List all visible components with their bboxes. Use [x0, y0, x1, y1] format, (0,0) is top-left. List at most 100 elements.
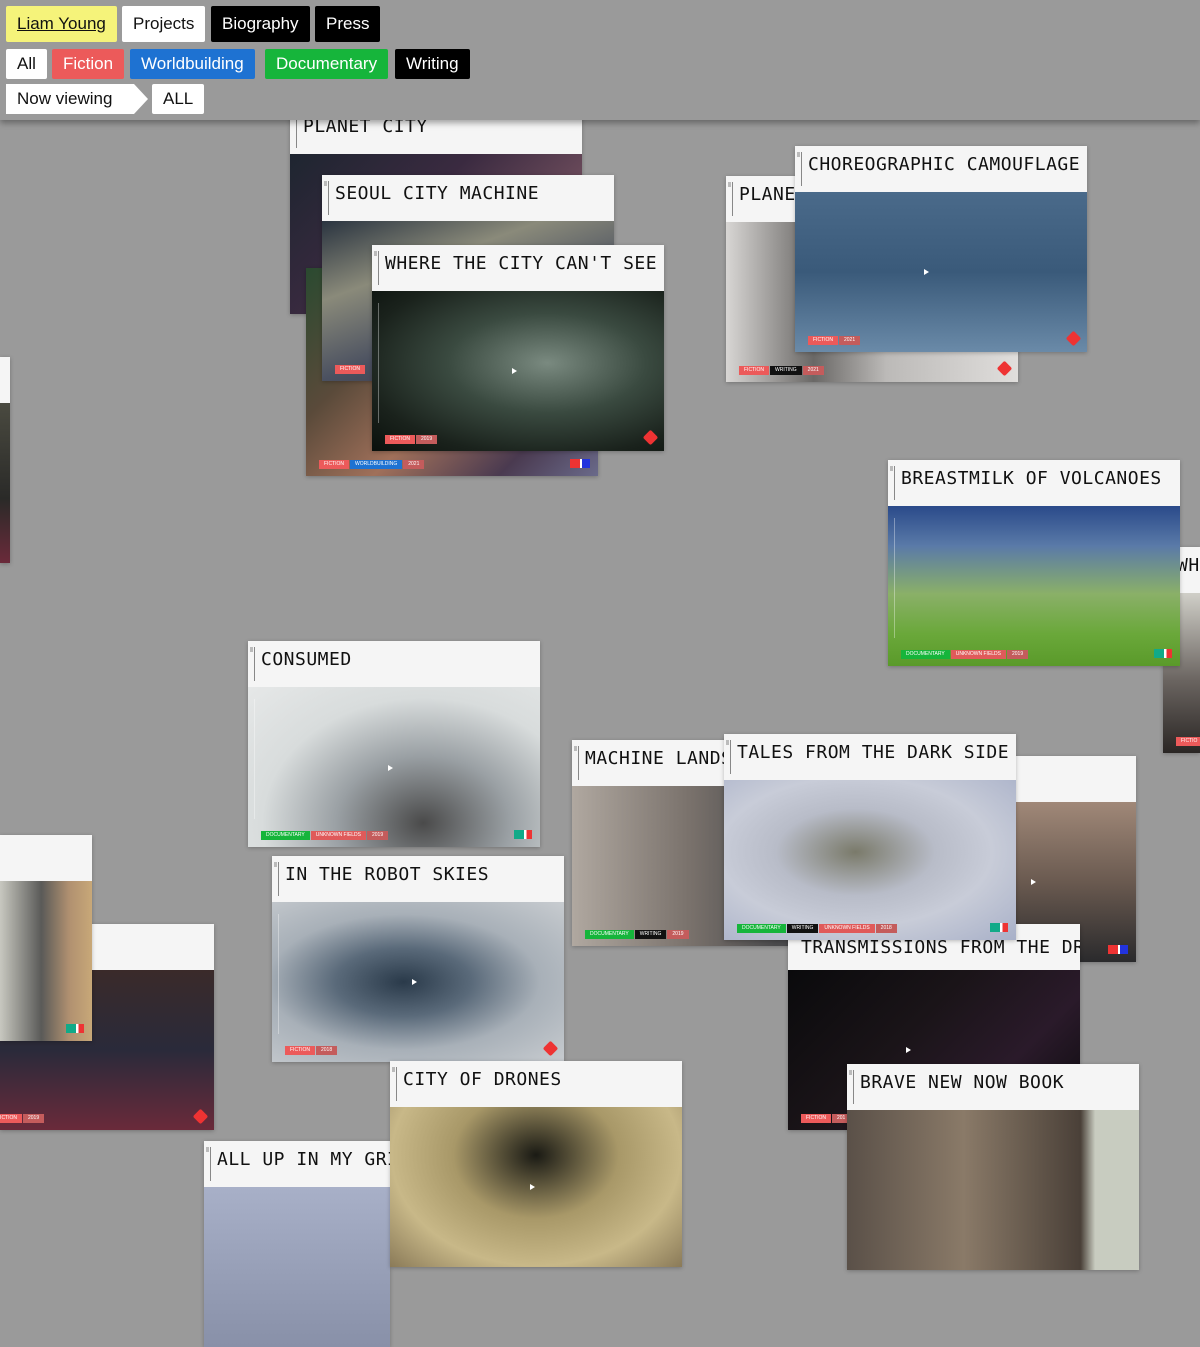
- project-card[interactable]: WHERE THE CITY CAN'T SEE FICTION 2019: [372, 245, 664, 451]
- project-card[interactable]: ALL UP IN MY GRI: [204, 1141, 390, 1347]
- tag-documentary[interactable]: DOCUMENTARY: [737, 924, 786, 933]
- project-thumbnail[interactable]: [888, 506, 1180, 666]
- site-title-link[interactable]: Liam Young: [6, 6, 117, 42]
- tag-unknown-fields[interactable]: UNKNOWN FIELDS: [950, 650, 1006, 659]
- tag-unknown-fields[interactable]: UNKNOWN FIELDS: [819, 924, 875, 933]
- project-tags: DOCUMENTARY WRITING 2019: [585, 930, 689, 939]
- project-card[interactable]: BREASTMILK OF VOLCANOES DOCUMENTARY UNKN…: [888, 460, 1180, 666]
- project-thumbnail[interactable]: [0, 881, 92, 1041]
- tag-fiction[interactable]: FICTION: [385, 435, 415, 444]
- tag-year: 2019: [416, 435, 438, 444]
- tag-documentary[interactable]: DOCUMENTARY: [261, 831, 310, 840]
- flag-icon: [514, 830, 532, 839]
- nav-press[interactable]: Press: [315, 6, 381, 42]
- project-thumbnail[interactable]: [847, 1110, 1139, 1270]
- filter-documentary[interactable]: Documentary: [265, 49, 389, 79]
- project-thumbnail[interactable]: [372, 291, 664, 451]
- tag-fiction[interactable]: FICTION: [285, 1046, 315, 1055]
- tag-documentary[interactable]: DOCUMENTARY: [585, 930, 634, 939]
- project-tags: DOCUMENTARY UNKNOWN FIELDS 2019: [901, 650, 1029, 659]
- project-card[interactable]: [0, 357, 10, 563]
- project-card[interactable]: CONSUMED DOCUMENTARY UNKNOWN FIELDS 2019: [248, 641, 540, 847]
- play-icon[interactable]: [512, 368, 517, 374]
- project-tags: DOCUMENTARY WRITING UNKNOWN FIELDS 2018: [737, 924, 897, 933]
- project-title: TRANSMISSIONS FROM THE DR: [801, 937, 1080, 958]
- tag-writing[interactable]: WRITING: [786, 924, 819, 933]
- tag-fiction[interactable]: FICTION: [335, 365, 365, 374]
- filter-all[interactable]: All: [6, 49, 47, 79]
- tag-fiction[interactable]: FICTION: [319, 460, 349, 469]
- project-tags: FICTION 2018: [285, 1046, 338, 1055]
- play-icon[interactable]: [906, 1047, 911, 1053]
- project-tags: FICTION 2019: [0, 1114, 45, 1123]
- play-icon[interactable]: [412, 979, 417, 985]
- flag-icon: [1154, 649, 1172, 658]
- project-title: PLANE: [739, 184, 796, 205]
- project-tags: FICTIO: [1176, 737, 1200, 746]
- nav-projects[interactable]: Projects: [122, 6, 206, 42]
- tag-fiction[interactable]: FICTION: [0, 1114, 22, 1123]
- flag-icon: [1108, 945, 1128, 954]
- tag-year: 2018: [316, 1046, 338, 1055]
- project-tags: FICTION: [335, 365, 365, 374]
- tag-year: 2019: [1007, 650, 1029, 659]
- project-card[interactable]: BRAVE NEW NOW BOOK: [847, 1064, 1139, 1270]
- project-title: CONSUMED: [261, 649, 352, 670]
- tag-year: 2021: [839, 336, 861, 345]
- project-card[interactable]: CITY OF DRONES: [390, 1061, 682, 1267]
- tag-unknown-fields[interactable]: UNKNOWN FIELDS: [310, 831, 366, 840]
- project-thumbnail[interactable]: [390, 1107, 682, 1267]
- tag-fiction[interactable]: FICTION: [739, 366, 769, 375]
- project-card[interactable]: TALES FROM THE DARK SIDE DOCUMENTARY WRI…: [724, 734, 1016, 940]
- now-viewing-value: ALL: [152, 84, 205, 114]
- project-card[interactable]: IN THE ROBOT SKIES FICTION 2018: [272, 856, 564, 1062]
- project-title: CHOREOGRAPHIC CAMOUFLAGE: [808, 154, 1081, 175]
- flag-icon: [66, 1024, 84, 1033]
- project-card[interactable]: [0, 835, 92, 1041]
- flag-icon: [570, 459, 590, 468]
- project-title: ALL UP IN MY GRI: [217, 1149, 390, 1170]
- play-icon[interactable]: [1031, 879, 1036, 885]
- project-title: SEOUL CITY MACHINE: [335, 183, 540, 204]
- flag-icon: [990, 923, 1008, 932]
- project-thumbnail[interactable]: [248, 687, 540, 847]
- filter-fiction[interactable]: Fiction: [52, 49, 125, 79]
- project-thumbnail[interactable]: [272, 902, 564, 1062]
- project-thumbnail[interactable]: [204, 1187, 390, 1347]
- filter-worldbuilding[interactable]: Worldbuilding: [130, 49, 255, 79]
- arrow-right-icon: [134, 84, 148, 114]
- tag-fiction[interactable]: FICTIO: [1176, 737, 1200, 746]
- tag-year: 2021: [403, 460, 425, 469]
- tag-year: 2021: [802, 366, 824, 375]
- project-tags: DOCUMENTARY UNKNOWN FIELDS 2019: [261, 831, 389, 840]
- tag-year: 2019: [667, 930, 689, 939]
- tag-worldbuilding[interactable]: WORLDBUILDING: [350, 460, 403, 469]
- project-tags: FICTION WRITING 2021: [739, 366, 824, 375]
- play-icon[interactable]: [530, 1184, 535, 1190]
- site-header: Liam Young Projects Biography Press All …: [0, 0, 1200, 120]
- project-thumbnail[interactable]: [795, 192, 1087, 352]
- project-title: BREASTMILK OF VOLCANOES: [901, 468, 1162, 489]
- project-tags: FICTION 2021: [808, 336, 861, 345]
- project-title: CITY OF DRONES: [403, 1069, 562, 1090]
- play-icon[interactable]: [388, 765, 393, 771]
- tag-documentary[interactable]: DOCUMENTARY: [901, 650, 950, 659]
- project-thumbnail[interactable]: [0, 403, 10, 563]
- tag-year: 2019: [367, 831, 389, 840]
- play-icon[interactable]: [924, 269, 929, 275]
- tag-year: 2019: [23, 1114, 45, 1123]
- tag-year: 2018: [875, 924, 897, 933]
- filter-writing[interactable]: Writing: [395, 49, 470, 79]
- tag-fiction[interactable]: FICTION: [808, 336, 838, 345]
- project-title: WHERE THE CITY CAN'T SEE: [385, 253, 658, 274]
- project-tags: FICTION 2019: [385, 435, 438, 444]
- tag-writing[interactable]: WRITING: [770, 366, 802, 375]
- project-thumbnail[interactable]: [724, 780, 1016, 940]
- project-title: TALES FROM THE DARK SIDE: [737, 742, 1010, 763]
- project-card[interactable]: CHOREOGRAPHIC CAMOUFLAGE FICTION 2021: [795, 146, 1087, 352]
- project-grid: PLANET CITY FICTION WORLDBUILDING 2021 S…: [0, 0, 1200, 1347]
- nav-biography[interactable]: Biography: [211, 6, 310, 42]
- tag-fiction[interactable]: FICTION: [801, 1114, 831, 1123]
- tag-writing[interactable]: WRITING: [634, 930, 667, 939]
- project-tags: FICTION 201: [801, 1114, 851, 1123]
